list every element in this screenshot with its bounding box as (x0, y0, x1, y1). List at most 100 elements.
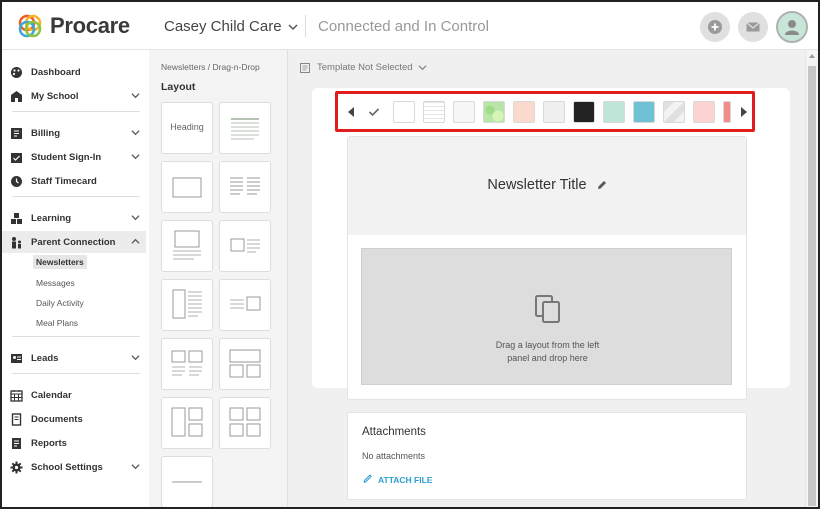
sidebar-subitem-messages[interactable]: Messages (33, 276, 78, 290)
sidebar-subitem-daily-activity[interactable]: Daily Activity (33, 296, 87, 310)
layout-tile-wide-image-two-boxes[interactable] (219, 338, 271, 390)
color-swatch[interactable] (573, 101, 595, 123)
sidebar-divider (12, 336, 140, 337)
color-swatch[interactable] (483, 101, 505, 123)
color-swatch[interactable] (663, 101, 685, 123)
sidebar-item-learning[interactable]: Learning (10, 207, 146, 229)
layout-tile-four-grid[interactable] (219, 397, 271, 449)
add-button[interactable] (700, 12, 730, 42)
sidebar-item-student-sign-in[interactable]: Student Sign-In (10, 146, 146, 168)
main-content: Template Not Selected Newsletter Title D… (287, 50, 805, 507)
layout-tile-image-left-text[interactable] (219, 220, 271, 272)
image-layout-icon (172, 177, 202, 198)
newsletter-title-area[interactable]: Newsletter Title (348, 137, 746, 235)
four-grid-icon (229, 407, 261, 437)
calendar-icon (10, 389, 23, 402)
swatch-prev-button[interactable] (342, 102, 360, 122)
brand-logo[interactable]: Procare (16, 12, 130, 40)
swatch-next-button[interactable] (735, 102, 752, 122)
sidebar-item-parent-connection[interactable]: Parent Connection (2, 231, 146, 253)
drop-text-line-2: panel and drop here (507, 353, 588, 363)
sidebar-divider (12, 111, 140, 112)
background-swatch-bar (335, 91, 755, 132)
template-icon (300, 62, 310, 73)
color-swatch[interactable] (393, 101, 415, 123)
sidebar-item-label: Parent Connection (31, 236, 116, 248)
sidebar-item-label: Student Sign-In (31, 151, 102, 163)
divider-line-icon (172, 481, 202, 483)
layout-tile-tall-image-text[interactable] (161, 279, 213, 331)
learning-icon (10, 212, 23, 225)
color-swatch[interactable] (453, 101, 475, 123)
chevron-down-icon (418, 65, 427, 71)
scroll-thumb[interactable] (808, 66, 816, 506)
sidebar-subitem-meal-plans[interactable]: Meal Plans (33, 316, 81, 330)
layout-tile-two-images-text[interactable] (161, 338, 213, 390)
sidebar-item-staff-timecard[interactable]: Staff Timecard (10, 170, 146, 192)
color-swatch[interactable] (513, 101, 535, 123)
chevron-up-icon (131, 238, 140, 244)
sidebar-item-leads[interactable]: Leads (10, 347, 146, 369)
reports-icon (10, 437, 23, 450)
text-image-right-icon (230, 296, 261, 311)
sidebar-item-label: My School (31, 90, 79, 102)
sidebar-item-calendar[interactable]: Calendar (10, 384, 146, 406)
attachments-card: Attachments No attachments ATTACH FILE (347, 412, 747, 500)
documents-icon (10, 412, 23, 426)
newsletter-canvas: Newsletter Title Drag a layout from the … (347, 136, 747, 400)
image-caption-icon (173, 230, 201, 260)
scroll-up-arrow-icon[interactable] (809, 54, 815, 58)
sidebar-item-documents[interactable]: Documents (10, 408, 146, 430)
school-icon (10, 90, 23, 103)
pencil-icon[interactable] (597, 180, 607, 190)
tall-image-grid-icon (171, 407, 203, 437)
user-icon (785, 20, 799, 35)
sidebar-item-label: Reports (31, 437, 67, 449)
attach-file-button[interactable]: ATTACH FILE (362, 474, 432, 485)
sidebar-item-label: Documents (31, 413, 83, 425)
sidebar-item-dashboard[interactable]: Dashboard (10, 61, 146, 83)
billing-icon (10, 127, 23, 140)
template-selector[interactable]: Template Not Selected (300, 62, 427, 73)
swatch-selected[interactable] (363, 101, 385, 123)
layout-drop-zone[interactable]: Drag a layout from the left panel and dr… (361, 248, 732, 385)
app-window: Procare Casey Child Care Connected and I… (0, 0, 820, 509)
layout-tile-divider[interactable] (161, 456, 213, 507)
sidebar-item-label: Learning (31, 212, 72, 224)
top-header: Procare Casey Child Care Connected and I… (2, 2, 818, 50)
breadcrumb-parent[interactable]: Newsletters (161, 62, 205, 72)
center-selector[interactable]: Casey Child Care (164, 18, 298, 35)
color-swatch[interactable] (633, 101, 655, 123)
sidebar-subitem-newsletters[interactable]: Newsletters (33, 255, 87, 269)
sidebar-item-label: Calendar (31, 389, 72, 401)
color-swatch[interactable] (723, 101, 731, 123)
messages-button[interactable] (738, 12, 768, 42)
avatar[interactable] (776, 11, 808, 43)
layout-tile-text-image-right[interactable] (219, 279, 271, 331)
sidebar-item-reports[interactable]: Reports (10, 432, 146, 454)
layout-tile-image-caption[interactable] (161, 220, 213, 272)
family-icon (10, 236, 23, 249)
layout-tile-two-column-text[interactable] (219, 161, 271, 213)
sidebar-divider (12, 196, 140, 197)
sidebar-item-label: School Settings (31, 461, 103, 473)
color-swatch[interactable] (603, 101, 625, 123)
header-divider (305, 15, 306, 37)
chevron-down-icon (131, 215, 140, 221)
sidebar-item-school-settings[interactable]: School Settings (10, 456, 146, 478)
layout-panel: Newsletters / Drag-n-Drop Layout Heading (149, 50, 287, 507)
newsletter-title[interactable]: Newsletter Title (487, 177, 586, 193)
layout-tile-tall-image-grid[interactable] (161, 397, 213, 449)
layout-tile-heading[interactable]: Heading (161, 102, 213, 154)
layout-tile-text[interactable] (219, 102, 271, 154)
panel-title: Layout (161, 81, 196, 93)
vertical-scrollbar[interactable] (805, 50, 818, 507)
sidebar-item-billing[interactable]: Billing (10, 122, 146, 144)
color-swatch[interactable] (543, 101, 565, 123)
color-swatch[interactable] (693, 101, 715, 123)
mail-icon (746, 22, 760, 32)
center-name: Casey Child Care (164, 18, 282, 35)
sidebar-item-my-school[interactable]: My School (10, 85, 146, 107)
layout-tile-image[interactable] (161, 161, 213, 213)
color-swatch[interactable] (423, 101, 445, 123)
